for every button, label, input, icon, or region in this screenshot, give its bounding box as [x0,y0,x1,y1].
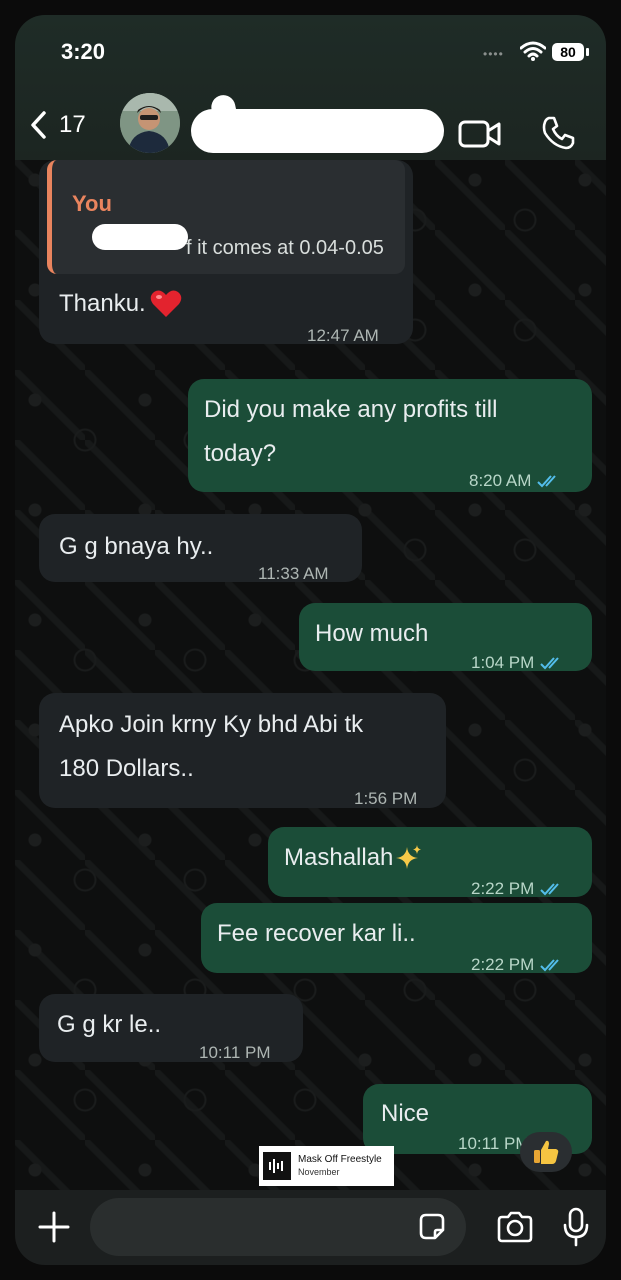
sparkles-emoji-icon [396,845,422,869]
message-text: Thanku. [59,290,146,317]
chevron-left-icon [31,111,46,139]
message-outgoing[interactable]: Did you make any profits till today? 8:2… [188,379,592,492]
signal-icon: •••• [483,47,504,61]
message-time: 2:22 PM [471,943,564,987]
message-incoming[interactable]: G g kr le.. 10:11 PM [39,994,303,1062]
message-text: Fee recover kar li.. [217,920,416,947]
avatar-picture-icon [120,93,180,153]
now-playing-card[interactable]: Mask Off Freestyle November [259,1146,394,1186]
message-text-line: Apko Join krny Ky bhd Abi tk [59,711,364,738]
message-list[interactable]: You f it comes at 0.04-0.05 Thanku. 12:4… [15,160,606,1190]
message-input[interactable] [90,1198,466,1256]
camera-icon[interactable] [495,1211,535,1243]
battery-tip [586,48,589,56]
phone-call-icon[interactable] [540,115,576,151]
message-time: 12:47 AM [307,326,379,345]
message-text: How much [315,620,429,647]
read-receipt-icon [540,959,560,972]
music-artist: November [298,1167,340,1177]
read-receipt-icon [540,657,560,670]
message-text: G g kr le.. [57,1011,162,1038]
message-time: 1:56 PM [354,789,418,808]
phone-frame: 3:20 •••• 80 17 You f it comes at 0.04-0… [15,15,606,1265]
wifi-icon [520,41,546,61]
message-outgoing[interactable]: Mashallah 2:22 PM [268,827,592,898]
message-incoming[interactable]: You f it comes at 0.04-0.05 Thanku. 12:4… [39,160,413,345]
reply-author: You [72,191,112,216]
sticker-icon[interactable] [417,1212,447,1242]
music-title: Mask Off Freestyle [298,1154,382,1165]
message-text-line: Did you make any profits till [204,396,498,423]
reply-text: f it comes at 0.04-0.05 [186,237,384,259]
message-incoming[interactable]: Apko Join krny Ky bhd Abi tk 180 Dollars… [39,693,446,808]
status-time: 3:20 [61,39,106,64]
message-time: 11:33 AM [258,564,329,583]
chat-header: 3:20 •••• 80 17 [15,15,606,160]
message-text: G g bnaya hy.. [59,533,214,560]
message-incoming[interactable]: G g bnaya hy.. 11:33 AM [39,514,362,583]
red-heart-emoji-icon [150,290,181,317]
video-call-icon[interactable] [458,119,502,149]
reaction-badge[interactable] [520,1132,572,1172]
message-time: 8:20 AM [469,459,561,503]
read-receipt-icon [540,883,560,896]
contact-avatar[interactable] [120,93,180,153]
battery-indicator: 80 [552,43,584,61]
back-button[interactable]: 17 [29,107,86,143]
message-time: 1:04 PM [471,641,564,685]
thumbs-up-emoji-icon [534,1140,559,1164]
contact-name-redacted[interactable] [191,109,444,153]
message-text: Mashallah [284,844,394,871]
music-waveform-icon [263,1152,291,1180]
message-text: Nice [381,1100,430,1127]
message-time: 10:11 PM [199,1043,271,1062]
message-text-line: 180 Dollars.. [59,755,194,782]
message-composer [15,1190,606,1265]
message-text-line: today? [204,440,277,467]
read-receipt-icon [537,475,557,488]
redaction-mark [92,224,188,250]
microphone-icon[interactable] [563,1207,589,1247]
reply-quote[interactable]: You f it comes at 0.04-0.05 [47,160,405,274]
unread-count: 17 [59,111,86,138]
plus-icon[interactable] [37,1210,71,1244]
message-outgoing[interactable]: Fee recover kar li.. 2:22 PM [201,903,592,974]
message-outgoing[interactable]: How much 1:04 PM [299,603,592,672]
